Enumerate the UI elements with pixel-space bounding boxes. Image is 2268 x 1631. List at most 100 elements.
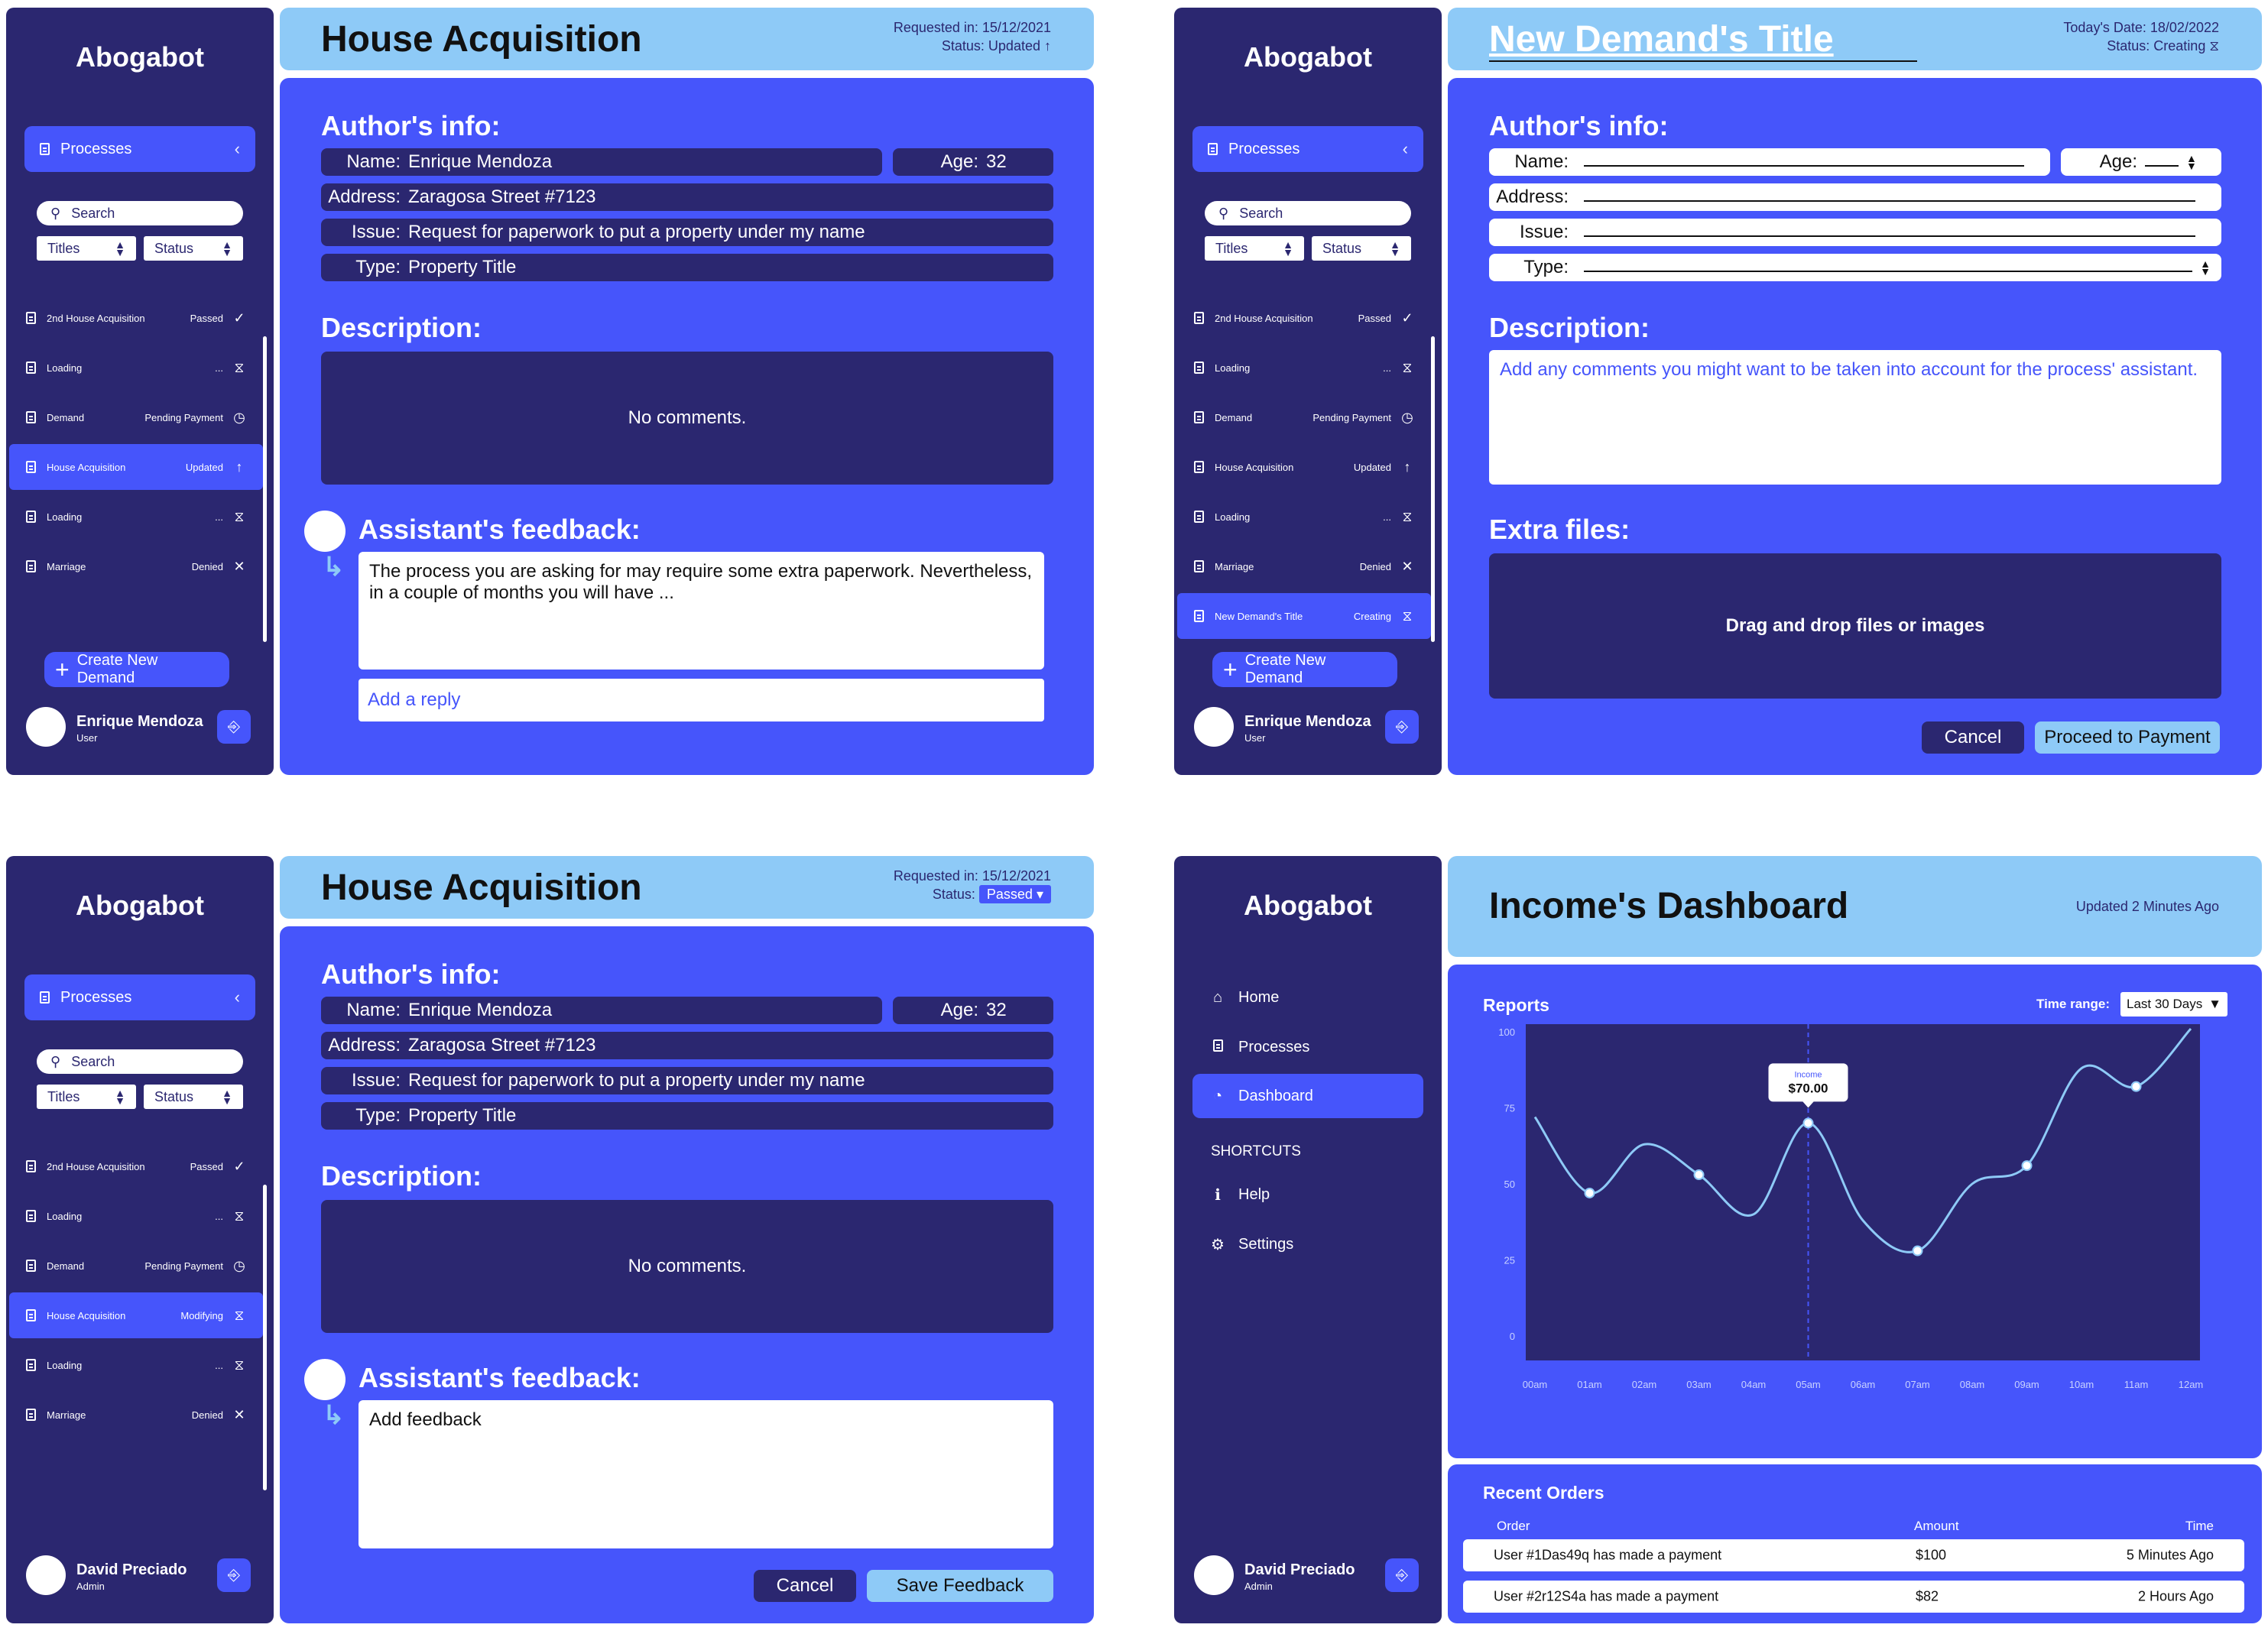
x-tick-label: 07am [1905, 1379, 1930, 1390]
nav-processes[interactable]: Processes [1192, 1025, 1423, 1069]
logout-button[interactable]: ⎆ [1385, 710, 1419, 744]
arrow-up-icon: ↑ [1044, 38, 1051, 54]
status-filter[interactable]: Status ▲ ▼ [144, 1085, 243, 1109]
reply-input[interactable]: Add a reply [359, 679, 1044, 721]
list-item-status: ... [215, 1359, 223, 1371]
arrow-up-icon: ↑ [235, 459, 243, 475]
list-item-title: Demand [1215, 411, 1253, 423]
list-item[interactable]: 2nd House Acquisition Passed ✓ [1177, 295, 1431, 341]
time-range-select[interactable]: Last 30 Days ▼ [2120, 992, 2227, 1017]
search-input[interactable]: ⚲ Search [37, 201, 243, 225]
order-time: 5 Minutes Ago [2126, 1547, 2214, 1563]
processes-button[interactable]: Processes ‹ [24, 126, 255, 172]
avatar[interactable] [26, 707, 66, 747]
demand-title-input[interactable]: New Demand's Title [1489, 18, 1917, 62]
income-line-chart[interactable]: 0 25 50 75 100 00am 01am 02am 03am 04am 05am 06am 07… [1448, 1015, 2262, 1458]
list-item[interactable]: House Acquisition Modifying ⧖ [9, 1292, 263, 1338]
document-icon [1194, 411, 1204, 423]
list-item-title: 2nd House Acquisition [47, 312, 145, 324]
list-item-status: ... [1383, 511, 1391, 523]
assistant-avatar [304, 1359, 346, 1400]
list-item[interactable]: Demand Pending Payment ◷ [9, 1243, 263, 1289]
name-input[interactable]: Name: [1489, 148, 2050, 176]
logout-button[interactable]: ⎆ [217, 1558, 251, 1592]
list-item[interactable]: House Acquisition Updated ↑ [9, 444, 263, 490]
cancel-button[interactable]: Cancel [754, 1570, 856, 1602]
feedback-input[interactable]: Add feedback [359, 1400, 1053, 1548]
logout-button[interactable]: ⎆ [217, 710, 251, 744]
status-filter[interactable]: Status ▲ ▼ [144, 236, 243, 261]
list-item[interactable]: Loading... ⧖ [9, 1193, 263, 1239]
x-icon: ✕ [1401, 558, 1413, 574]
list-item-status: Updated [185, 461, 223, 473]
recent-orders-panel: Recent Orders Order Amount Time User #1D… [1448, 1464, 2262, 1623]
nav-dashboard[interactable]: ◔ Dashboard [1192, 1074, 1423, 1118]
cancel-button[interactable]: Cancel [1922, 721, 2024, 754]
list-item-title: New Demand's Title [1215, 610, 1303, 622]
list-item[interactable]: Loading... ⧖ [9, 494, 263, 540]
create-new-demand-button[interactable]: + Create New Demand [44, 652, 229, 687]
nav-settings[interactable]: ⚙ Settings [1192, 1222, 1423, 1266]
address-value: Zaragosa Street #7123 [408, 1035, 596, 1055]
list-item[interactable]: Loading... ⧖ [1177, 345, 1431, 391]
save-feedback-button[interactable]: Save Feedback [867, 1570, 1053, 1602]
list-item[interactable]: 2nd House Acquisition Passed ✓ [9, 295, 263, 341]
sidebar: Abogabot ⌂ Home Processes ◔ Dashboard SH… [1174, 856, 1442, 1623]
create-new-demand-button[interactable]: + Create New Demand [1212, 652, 1397, 687]
list-item[interactable]: Marriage Denied ✕ [9, 543, 263, 589]
nav-home[interactable]: ⌂ Home [1192, 975, 1423, 1020]
extra-files-title: Extra files: [1489, 514, 1630, 545]
titles-filter[interactable]: Titles ▲ ▼ [37, 1085, 136, 1109]
processes-button[interactable]: Processes ‹ [1192, 126, 1423, 172]
titles-filter[interactable]: Titles ▲ ▼ [37, 236, 136, 261]
proceed-to-payment-button[interactable]: Proceed to Payment [2035, 721, 2220, 754]
status-dropdown[interactable]: Passed ▾ [978, 885, 1051, 903]
status-filter[interactable]: Status ▲ ▼ [1312, 236, 1411, 261]
list-item[interactable]: Loading... ⧖ [1177, 494, 1431, 540]
hourglass-icon: ⧖ [1402, 508, 1413, 524]
processes-label: Processes [1228, 140, 1300, 157]
table-row[interactable]: User #2r12S4a has made a payment $82 2 H… [1463, 1581, 2244, 1613]
address-input[interactable]: Address: [1489, 183, 2221, 211]
list-item[interactable]: Demand Pending Payment ◷ [1177, 394, 1431, 440]
age-value: 32 [986, 151, 1007, 172]
x-icon: ✕ [233, 558, 245, 574]
avatar[interactable] [1194, 1555, 1234, 1595]
table-row[interactable]: User #1Das49q has made a payment $100 5 … [1463, 1539, 2244, 1571]
document-icon [26, 1210, 36, 1222]
scrollbar[interactable] [263, 1185, 267, 1490]
list-item[interactable]: Loading... ⧖ [9, 1342, 263, 1388]
file-drop-zone[interactable]: Drag and drop files or images [1489, 553, 2221, 699]
caret-down-icon: ▾ [1036, 887, 1043, 902]
list-item-status: Denied [191, 1409, 223, 1421]
logout-icon: ⎆ [228, 718, 240, 735]
user-name: Enrique Mendoza [1244, 713, 1371, 730]
avatar[interactable] [1194, 707, 1234, 747]
user-name: Enrique Mendoza [76, 713, 203, 730]
list-item[interactable]: 2nd House Acquisition Passed ✓ [9, 1143, 263, 1189]
issue-input[interactable]: Issue: [1489, 219, 2221, 246]
list-item[interactable]: Loading... ⧖ [9, 345, 263, 391]
list-item[interactable]: Demand Pending Payment ◷ [9, 394, 263, 440]
search-input[interactable]: ⚲ Search [37, 1049, 243, 1074]
scrollbar[interactable] [1431, 336, 1435, 642]
list-item[interactable]: House Acquisition Updated ↑ [1177, 444, 1431, 490]
avatar[interactable] [26, 1555, 66, 1595]
content-panel: Author's info: Name: Enrique Mendoza Age… [280, 78, 1094, 775]
processes-button[interactable]: Processes ‹ [24, 974, 255, 1020]
titles-filter[interactable]: Titles ▲ ▼ [1205, 236, 1304, 261]
logout-button[interactable]: ⎆ [1385, 1558, 1419, 1592]
col-time: Time [2185, 1519, 2214, 1533]
age-input[interactable]: Age: ▲ ▼ [2061, 148, 2221, 176]
processes-label: Processes [60, 140, 132, 157]
list-item[interactable]: Marriage Denied ✕ [9, 1392, 263, 1438]
search-input[interactable]: ⚲ Search [1205, 201, 1411, 225]
sort-icon: ▲ ▼ [222, 238, 232, 258]
list-item[interactable]: New Demand's Title Creating ⧖ [1177, 593, 1431, 639]
reply-arrow-icon: ↳ [323, 1401, 345, 1430]
nav-help[interactable]: ℹ Help [1192, 1172, 1423, 1217]
list-item[interactable]: Marriage Denied ✕ [1177, 543, 1431, 589]
scrollbar[interactable] [263, 336, 267, 642]
description-input[interactable]: Add any comments you might want to be ta… [1489, 350, 2221, 485]
type-select[interactable]: Type: ▲ ▼ [1489, 254, 2221, 281]
